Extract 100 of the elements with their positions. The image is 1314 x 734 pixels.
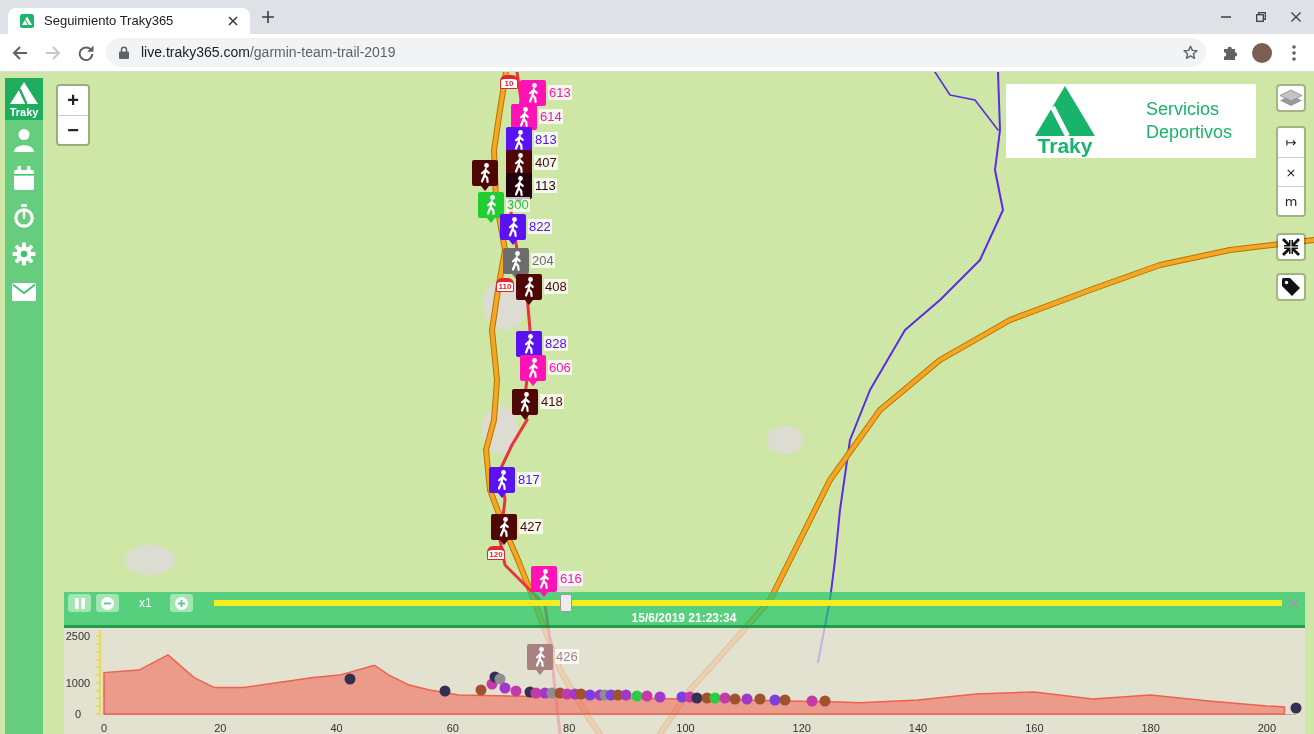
runner-dot[interactable]: [769, 694, 781, 706]
bib-number: 300: [506, 197, 530, 212]
bib-number: 614: [539, 109, 563, 124]
x-axis-label: 60: [446, 722, 459, 734]
runner-icon: [514, 153, 524, 174]
map-placeholder[interactable]: 10 110 120 613 614 813 407 113 300 822 204 408 828 606 418 817 427 616 426 Traky + − Traky Servicios Deportivos ↦ × m x1 15/6/2019 21:23:34 0 1000 2500 0 20 40 60 80 100 120 140 160 180 200: [0, 72, 1314, 734]
menu-icon[interactable]: [1292, 44, 1296, 61]
runner-dot[interactable]: [499, 682, 511, 694]
x-axis-label: 160: [1025, 722, 1044, 734]
back-arrow-icon[interactable]: [12, 44, 28, 61]
timestamp-label: 15/6/2019 21:23:34: [630, 612, 738, 625]
address-bar[interactable]: live.traky365.com/garmin-team-trail-2019: [106, 38, 1206, 67]
y-axis-label: 2500: [65, 630, 91, 643]
mountain-logo-icon: [20, 14, 34, 28]
runner-dot[interactable]: [344, 673, 356, 685]
runner-dot[interactable]: [741, 693, 753, 705]
runner-dot[interactable]: [754, 693, 766, 705]
runner-icon: [511, 251, 521, 272]
runner-dot[interactable]: [691, 692, 703, 704]
runner-dot[interactable]: [654, 691, 666, 703]
runner-dot[interactable]: [584, 689, 596, 701]
runner-marker[interactable]: [472, 160, 498, 191]
puzzle-piece-icon[interactable]: [1222, 44, 1238, 61]
tag-icon: [1282, 278, 1300, 296]
x-axis-label: 80: [563, 722, 576, 734]
runner-dot[interactable]: [729, 693, 741, 705]
runner-icon: [480, 163, 490, 184]
bib-number: 113: [534, 178, 557, 193]
zoom-out-button[interactable]: −: [58, 115, 88, 144]
runner-marker[interactable]: [520, 355, 546, 386]
runner-icon: [508, 217, 518, 238]
x-axis-label: 40: [330, 722, 343, 734]
runner-icon: [520, 392, 530, 413]
runner-dot[interactable]: [530, 687, 542, 699]
runner-dot[interactable]: [819, 695, 831, 707]
bib-number: 817: [517, 472, 541, 487]
x-axis-label: 140: [908, 722, 928, 734]
runner-marker[interactable]: [478, 192, 504, 223]
profile-avatar[interactable]: [1252, 42, 1272, 63]
bib-number: 204: [531, 253, 555, 268]
runner-marker[interactable]: [516, 274, 542, 305]
runner-icon: [514, 130, 524, 151]
runner-dot[interactable]: [779, 694, 791, 706]
bookmark-star-icon[interactable]: [1183, 45, 1198, 60]
km-marker: 10: [500, 75, 518, 89]
runner-dot[interactable]: [575, 688, 587, 700]
mountain-logo-icon: [1035, 86, 1095, 136]
runner-dot[interactable]: [620, 689, 632, 701]
bib-number: 418: [540, 394, 564, 409]
close-icon[interactable]: [1291, 12, 1301, 22]
runner-dot[interactable]: [439, 685, 451, 697]
bib-number: 822: [528, 219, 552, 234]
runner-icon: [514, 176, 524, 197]
x-axis-label: 200: [1257, 722, 1277, 734]
runner-icon: [524, 277, 534, 298]
speed-label: x1: [139, 595, 152, 612]
town-area: [125, 545, 175, 575]
bib-number: 408: [544, 279, 568, 294]
close-icon[interactable]: [228, 16, 238, 26]
collapse-arrows-icon: [1282, 238, 1300, 256]
runner-dot[interactable]: [1290, 702, 1302, 714]
runner-marker[interactable]: [489, 467, 515, 498]
runner-dot[interactable]: [494, 673, 506, 685]
km-marker: 120: [487, 546, 505, 560]
runner-icon: [535, 647, 545, 668]
x-axis-label: 0: [100, 722, 108, 734]
runner-icon: [528, 358, 538, 379]
collapse-button[interactable]: [1276, 233, 1306, 261]
runner-dot[interactable]: [510, 685, 522, 697]
runner-dot[interactable]: [475, 684, 487, 696]
runner-icon: [499, 517, 509, 538]
runner-marker[interactable]: [500, 214, 526, 245]
browser-tab[interactable]: Seguimiento Traky365: [8, 8, 250, 34]
km-marker: 110: [496, 278, 514, 292]
runner-dot[interactable]: [806, 695, 818, 707]
runner-marker[interactable]: [491, 514, 517, 545]
runner-icon: [524, 334, 534, 355]
runner-icon: [539, 569, 549, 590]
runner-dot[interactable]: [709, 692, 721, 704]
plus-icon[interactable]: [262, 11, 274, 23]
runner-icon: [528, 83, 538, 104]
bib-number: 613: [548, 85, 572, 100]
layers-button[interactable]: [1276, 84, 1306, 112]
runner-dot[interactable]: [719, 692, 731, 704]
runner-icon: [486, 195, 496, 216]
zoom-in-button[interactable]: +: [58, 86, 88, 115]
runner-marker[interactable]: [503, 248, 529, 279]
slider-thumb[interactable]: [560, 594, 573, 612]
runner-dot[interactable]: [641, 690, 653, 702]
reload-icon[interactable]: [78, 44, 94, 61]
x-axis-label: 20: [214, 722, 227, 734]
runner-marker[interactable]: [512, 389, 538, 420]
town-area: [767, 426, 803, 454]
map-tool-button[interactable]: m: [1278, 186, 1304, 215]
brand-name: Traky: [1037, 136, 1093, 156]
bib-number: 407: [534, 155, 558, 170]
x-axis-label: 100: [676, 722, 695, 734]
restore-icon[interactable]: [1256, 12, 1266, 22]
tag-button[interactable]: [1276, 273, 1306, 301]
runner-dot[interactable]: [631, 690, 643, 702]
